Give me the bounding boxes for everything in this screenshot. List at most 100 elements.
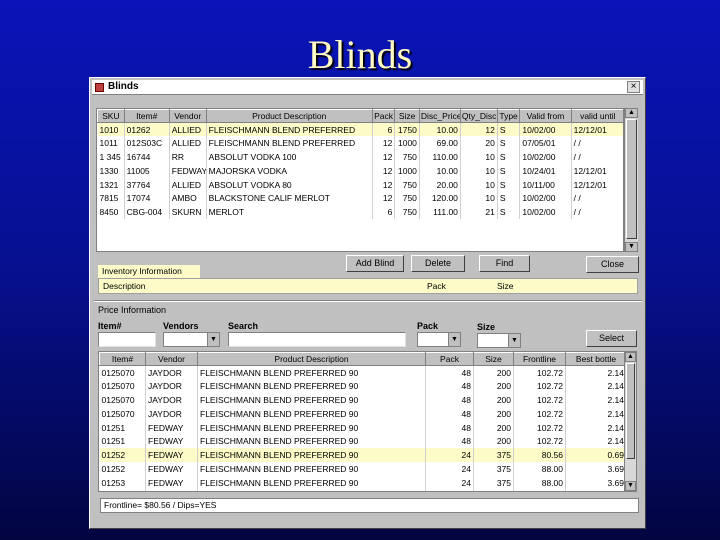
blinds-column-header[interactable]: Size	[394, 109, 420, 123]
price-table[interactable]: Item# Vendor Product Description Pack Size Fr…	[98, 351, 637, 492]
close-button[interactable]: Close	[586, 256, 639, 273]
price-table-row[interactable]: 01252 FEDWAY FLEISCHMANN BLEND PREFERRED 9…	[99, 448, 627, 463]
blinds-table-row[interactable]: 1010 01262 ALLIED FLEISCHMANN BLEND PREFERR…	[97, 122, 623, 137]
price-table-cell: 01253	[99, 475, 146, 490]
blinds-column-header[interactable]: SKU	[97, 109, 125, 123]
price-table-row[interactable]: 0125070 JAYDOR FLEISCHMANN BLEND PREFERRED…	[99, 379, 627, 394]
price-table-row[interactable]: 01253 FEDWAY FLEISCHMANN BLEND PREFERRED 9…	[99, 475, 627, 490]
blinds-table-cell: S	[497, 191, 521, 206]
blinds-table-cell: 12/12/01	[571, 122, 623, 137]
blinds-column-header[interactable]: Type	[496, 109, 521, 123]
price-table-cell: FLEISCHMANN BLEND PREFERRED 90	[197, 379, 426, 394]
price-column-header[interactable]: Vendor	[145, 352, 198, 366]
blinds-table-row[interactable]: 1 345 16744 RR ABSOLUT VODKA 100 12 750 110.00…	[97, 150, 623, 164]
description-label: Description	[103, 281, 146, 291]
blinds-table-row[interactable]: 8450 CBG-004 SKURN MERLOT 6 750 111.00 21 S 10/02…	[97, 205, 623, 220]
price-table-cell: JAYDOR	[145, 406, 198, 421]
find-button[interactable]: Find	[479, 255, 530, 272]
price-table-cell: 2.14	[565, 406, 627, 421]
blinds-column-header[interactable]: Disc_Price	[418, 109, 461, 123]
blinds-column-header[interactable]: Vendor	[168, 109, 207, 123]
window-titlebar[interactable]: Blinds ×	[92, 80, 643, 95]
price-table-cell: 48	[425, 420, 474, 435]
chevron-down-icon[interactable]: ▼	[508, 334, 520, 347]
price-table-cell: 01252	[99, 448, 146, 463]
blinds-table-cell: 110.00	[419, 150, 461, 164]
blinds-table-cell: BLACKSTONE CALIF MERLOT	[206, 191, 373, 206]
price-column-header[interactable]: Frontline	[513, 352, 566, 366]
scroll-up-icon[interactable]: ▲	[625, 352, 636, 362]
blinds-table-row[interactable]: 1321 37764 ALLIED ABSOLUT VODKA 80 12 750 20.0…	[97, 177, 623, 192]
blinds-table-cell: FLEISCHMANN BLEND PREFERRED	[206, 122, 373, 137]
size-select[interactable]: ▼	[477, 333, 521, 348]
blinds-column-header[interactable]: Pack	[371, 109, 396, 123]
price-column-header[interactable]: Size	[473, 352, 514, 366]
blinds-table-scrollbar[interactable]: ▲ ▼	[624, 108, 638, 252]
vendors-select[interactable]: ▼	[163, 332, 220, 347]
chevron-down-icon[interactable]: ▼	[448, 333, 460, 346]
price-table-scrollbar[interactable]: ▲ ▼	[624, 352, 636, 491]
price-column-header[interactable]: Item#	[99, 352, 146, 366]
price-table-row[interactable]: 01251 FEDWAY FLEISCHMANN BLEND PREFERRED 9…	[99, 434, 627, 449]
price-table-row[interactable]: 0125070 JAYDOR FLEISCHMANN BLEND PREFERRED…	[99, 406, 627, 421]
blinds-column-header[interactable]: Valid from	[519, 109, 572, 123]
select-button[interactable]: Select	[586, 330, 637, 347]
price-table-cell: 01252	[99, 462, 146, 476]
price-table-cell: 0125070	[99, 379, 146, 394]
close-window-button[interactable]: ×	[627, 81, 640, 93]
blinds-table-cell: 10/02/00	[519, 205, 572, 220]
item-input[interactable]	[98, 332, 156, 347]
price-table-row[interactable]: 01254FEDWAYFLEISCHMANN BLEND PREFERRED 9…	[99, 489, 627, 491]
blinds-column-header[interactable]: Qty_Disc	[459, 109, 498, 123]
price-table-row[interactable]: 0125070 JAYDOR FLEISCHMANN BLEND PREFERRED…	[99, 393, 627, 407]
blinds-column-header[interactable]: Item#	[123, 109, 170, 123]
blinds-column-header[interactable]: valid until	[570, 109, 623, 123]
chevron-down-icon[interactable]: ▼	[207, 333, 219, 346]
price-table-row[interactable]: 01252 FEDWAY FLEISCHMANN BLEND PREFERRED 9…	[99, 462, 627, 476]
price-table-cell: 01254	[99, 489, 146, 491]
blinds-table-cell: 01262	[124, 122, 170, 137]
scroll-thumb[interactable]	[626, 363, 635, 459]
blinds-table-row[interactable]: 1011 012S03C ALLIED FLEISCHMANN BLEND PREFE…	[97, 136, 623, 151]
blinds-table-cell: 12/12/01	[571, 177, 623, 192]
blinds-table-cell: 11005	[124, 163, 170, 178]
blinds-table-cell: 1 345	[97, 150, 125, 164]
scroll-down-icon[interactable]: ▼	[625, 481, 636, 491]
price-table-row[interactable]: 0125070 JAYDOR FLEISCHMANN BLEND PREFERRED…	[99, 365, 627, 380]
blinds-table-cell: FEDWAY	[169, 163, 207, 178]
blinds-table-cell: 750	[394, 177, 420, 192]
blinds-table-cell: 17074	[124, 191, 170, 206]
blinds-column-header[interactable]: Product Description	[205, 109, 373, 123]
size-label: Size	[497, 281, 514, 291]
blinds-table-cell: S	[497, 205, 521, 220]
blinds-table-row[interactable]: 7815 17074 AMBO BLACKSTONE CALIF MERLOT 12 75…	[97, 191, 623, 206]
scroll-down-icon[interactable]: ▼	[625, 242, 638, 252]
app-icon	[95, 83, 104, 92]
search-input[interactable]	[228, 332, 406, 347]
price-table-cell: 200	[473, 379, 514, 394]
blinds-table-row[interactable]: 1330 11005 FEDWAY MAJORSKA VODKA 12 1000 10.00…	[97, 163, 623, 178]
scroll-up-icon[interactable]: ▲	[625, 108, 638, 118]
price-column-header[interactable]: Product Description	[197, 352, 426, 366]
price-table-cell: 0125070	[99, 365, 146, 380]
delete-button[interactable]: Delete	[411, 255, 465, 272]
add-blind-button[interactable]: Add Blind	[346, 255, 404, 272]
blinds-table-cell: / /	[571, 205, 623, 220]
price-table-cell: 375	[473, 448, 514, 463]
scroll-thumb[interactable]	[626, 119, 637, 239]
pack-select[interactable]: ▼	[417, 332, 461, 347]
price-table-cell: 88.00	[513, 462, 566, 476]
blinds-table-cell: FLEISCHMANN BLEND PREFERRED	[206, 136, 373, 151]
price-column-header[interactable]: Best bottle	[565, 352, 627, 366]
price-table-cell: FLEISCHMANN BLEND PREFERRED 90	[197, 365, 426, 380]
blinds-table-cell: 1750	[394, 122, 420, 137]
blinds-table[interactable]: SKU Item# Vendor Product Description Pack Siz…	[96, 108, 624, 252]
price-table-cell: 102.72	[513, 420, 566, 435]
price-table-cell: 375	[473, 475, 514, 490]
blinds-table-cell: 12	[372, 191, 396, 206]
blinds-table-cell: 1000	[394, 163, 420, 178]
window-title: Blinds	[108, 81, 139, 92]
price-column-header[interactable]: Pack	[425, 352, 474, 366]
price-table-cell: 0.69	[565, 448, 627, 463]
price-table-row[interactable]: 01251 FEDWAY FLEISCHMANN BLEND PREFERRED 9…	[99, 420, 627, 435]
